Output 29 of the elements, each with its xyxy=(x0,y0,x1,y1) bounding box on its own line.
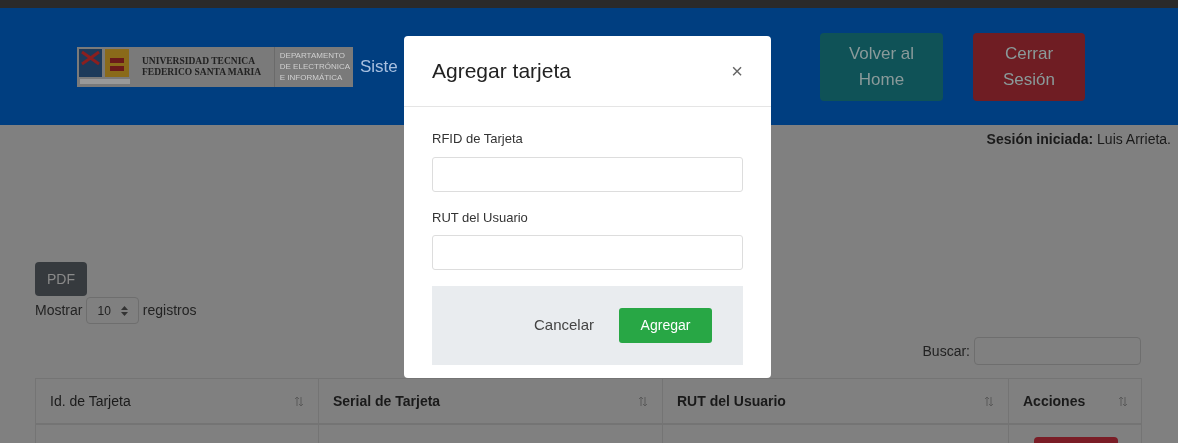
sort-icon xyxy=(984,395,994,407)
sort-icon xyxy=(1118,395,1128,407)
pdf-button[interactable]: PDF xyxy=(35,262,87,296)
select-caret-icon xyxy=(120,305,128,316)
home-button[interactable]: Volver al Home xyxy=(820,32,943,101)
close-button[interactable]: × xyxy=(731,61,743,81)
modal-title: Agregar tarjeta xyxy=(432,58,571,85)
records-label: registros xyxy=(142,301,197,320)
page-size-select[interactable]: 10 xyxy=(86,297,139,324)
department-name: DE ELECTRÓNICA xyxy=(279,61,350,72)
university-name: FEDERICO SANTA MARIA xyxy=(142,66,262,78)
field-label: RFID de Tarjeta xyxy=(432,130,524,148)
search-label: Buscar: xyxy=(922,341,970,361)
system-title: Siste xyxy=(360,55,398,78)
column-header[interactable]: Acciones xyxy=(1008,379,1142,425)
submit-button[interactable]: Agregar xyxy=(619,308,712,343)
input-field[interactable] xyxy=(432,235,743,270)
column-header[interactable]: Id. de Tarjeta xyxy=(36,379,318,425)
cancel-button[interactable]: Cancelar xyxy=(533,314,594,337)
show-label: Mostrar xyxy=(35,301,83,320)
department-name: DEPARTAMENTO xyxy=(279,50,346,61)
sort-icon xyxy=(638,395,648,407)
field-label: RUT del Usuario xyxy=(432,208,529,227)
crest-icon xyxy=(78,47,132,86)
input-field[interactable] xyxy=(432,156,743,192)
logout-button[interactable]: Cerrar Sesión xyxy=(973,32,1085,101)
sort-icon xyxy=(294,395,304,407)
session-info: Sesión iniciada: Luis Arrieta. xyxy=(986,130,1171,149)
university-name: UNIVERSIDAD TECNICA xyxy=(142,55,257,67)
